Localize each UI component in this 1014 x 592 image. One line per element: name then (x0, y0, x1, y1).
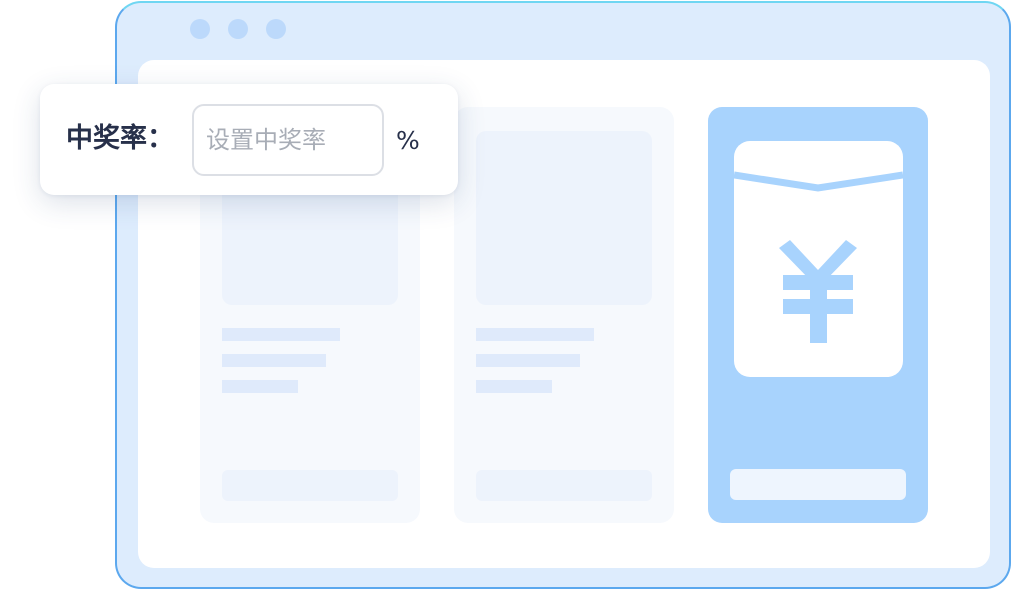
text-line-placeholder (476, 354, 580, 367)
envelope-button-placeholder[interactable] (730, 469, 906, 500)
envelope-graphic (734, 171, 903, 343)
placeholder-card[interactable] (454, 107, 674, 523)
yen-icon (779, 240, 857, 343)
window-dot[interactable] (228, 19, 248, 39)
text-line-placeholder (476, 328, 594, 341)
window-dot[interactable] (190, 19, 210, 39)
card-button-placeholder[interactable] (222, 470, 398, 501)
text-line-placeholder (476, 380, 552, 393)
win-rate-popup: 中奖率： % (40, 84, 458, 195)
win-rate-input[interactable] (192, 104, 384, 176)
stage: 中奖率： % (0, 0, 1014, 592)
card-image-placeholder (476, 131, 652, 305)
text-line-placeholder (222, 354, 326, 367)
win-rate-label: 中奖率： (66, 123, 174, 154)
envelope-flap (734, 171, 903, 192)
text-line-placeholder (222, 380, 298, 393)
red-envelope (734, 141, 903, 377)
card-button-placeholder[interactable] (476, 470, 652, 501)
window-dot[interactable] (266, 19, 286, 39)
percent-unit: % (396, 126, 420, 155)
red-envelope-card[interactable] (708, 107, 928, 523)
text-line-placeholder (222, 328, 340, 341)
